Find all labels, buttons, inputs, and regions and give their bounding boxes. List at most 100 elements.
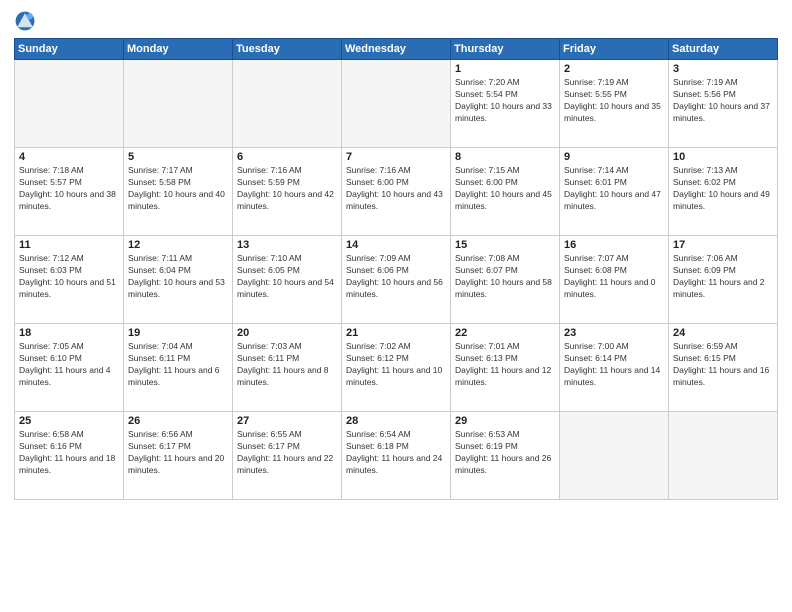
day-number: 16 xyxy=(564,239,664,251)
calendar-header-row: SundayMondayTuesdayWednesdayThursdayFrid… xyxy=(15,39,778,60)
day-number: 8 xyxy=(455,151,555,163)
day-number: 9 xyxy=(564,151,664,163)
day-number: 24 xyxy=(673,327,773,339)
calendar-cell: 21 Sunrise: 7:02 AMSunset: 6:12 PMDayligh… xyxy=(342,324,451,412)
day-info: Sunrise: 7:19 AMSunset: 5:56 PMDaylight:… xyxy=(673,77,773,125)
day-number: 29 xyxy=(455,415,555,427)
logo xyxy=(14,10,40,32)
day-info: Sunrise: 6:58 AMSunset: 6:16 PMDaylight:… xyxy=(19,429,119,477)
calendar-week-4: 18 Sunrise: 7:05 AMSunset: 6:10 PMDayligh… xyxy=(15,324,778,412)
day-number: 28 xyxy=(346,415,446,427)
calendar-cell: 28 Sunrise: 6:54 AMSunset: 6:18 PMDayligh… xyxy=(342,412,451,500)
calendar-cell: 29 Sunrise: 6:53 AMSunset: 6:19 PMDayligh… xyxy=(451,412,560,500)
day-number: 21 xyxy=(346,327,446,339)
day-number: 6 xyxy=(237,151,337,163)
calendar-cell: 18 Sunrise: 7:05 AMSunset: 6:10 PMDayligh… xyxy=(15,324,124,412)
day-info: Sunrise: 7:19 AMSunset: 5:55 PMDaylight:… xyxy=(564,77,664,125)
calendar-week-3: 11 Sunrise: 7:12 AMSunset: 6:03 PMDayligh… xyxy=(15,236,778,324)
calendar-cell: 5Sunrise: 7:17 AMSunset: 5:58 PMDaylight… xyxy=(124,148,233,236)
col-header-wednesday: Wednesday xyxy=(342,39,451,60)
day-info: Sunrise: 7:07 AMSunset: 6:08 PMDaylight:… xyxy=(564,253,664,301)
day-number: 22 xyxy=(455,327,555,339)
logo-icon xyxy=(14,10,36,32)
calendar-table: SundayMondayTuesdayWednesdayThursdayFrid… xyxy=(14,38,778,500)
day-info: Sunrise: 7:13 AMSunset: 6:02 PMDaylight:… xyxy=(673,165,773,213)
col-header-sunday: Sunday xyxy=(15,39,124,60)
day-info: Sunrise: 7:10 AMSunset: 6:05 PMDaylight:… xyxy=(237,253,337,301)
calendar-cell: 19 Sunrise: 7:04 AMSunset: 6:11 PMDayligh… xyxy=(124,324,233,412)
calendar-cell: 12 Sunrise: 7:11 AMSunset: 6:04 PMDayligh… xyxy=(124,236,233,324)
day-info: Sunrise: 7:15 AMSunset: 6:00 PMDaylight:… xyxy=(455,165,555,213)
day-number: 18 xyxy=(19,327,119,339)
day-info: Sunrise: 7:12 AMSunset: 6:03 PMDaylight:… xyxy=(19,253,119,301)
day-number: 1 xyxy=(455,63,555,75)
day-info: Sunrise: 7:06 AMSunset: 6:09 PMDaylight:… xyxy=(673,253,773,301)
calendar-cell: 20 Sunrise: 7:03 AMSunset: 6:11 PMDayligh… xyxy=(233,324,342,412)
day-number: 11 xyxy=(19,239,119,251)
calendar-cell xyxy=(669,412,778,500)
day-number: 7 xyxy=(346,151,446,163)
day-info: Sunrise: 7:08 AMSunset: 6:07 PMDaylight:… xyxy=(455,253,555,301)
calendar-cell: 11 Sunrise: 7:12 AMSunset: 6:03 PMDayligh… xyxy=(15,236,124,324)
calendar-cell: 25 Sunrise: 6:58 AMSunset: 6:16 PMDayligh… xyxy=(15,412,124,500)
col-header-thursday: Thursday xyxy=(451,39,560,60)
calendar-cell: 1Sunrise: 7:20 AMSunset: 5:54 PMDaylight… xyxy=(451,60,560,148)
day-number: 13 xyxy=(237,239,337,251)
day-info: Sunrise: 7:02 AMSunset: 6:12 PMDaylight:… xyxy=(346,341,446,389)
calendar-cell: 4 Sunrise: 7:18 AMSunset: 5:57 PMDaylight… xyxy=(15,148,124,236)
calendar-cell xyxy=(15,60,124,148)
calendar-cell: 3 Sunrise: 7:19 AMSunset: 5:56 PMDaylight… xyxy=(669,60,778,148)
calendar-cell: 9 Sunrise: 7:14 AMSunset: 6:01 PMDaylight… xyxy=(560,148,669,236)
day-number: 3 xyxy=(673,63,773,75)
calendar-cell: 15 Sunrise: 7:08 AMSunset: 6:07 PMDayligh… xyxy=(451,236,560,324)
calendar-cell: 27 Sunrise: 6:55 AMSunset: 6:17 PMDayligh… xyxy=(233,412,342,500)
day-number: 20 xyxy=(237,327,337,339)
calendar-week-2: 4 Sunrise: 7:18 AMSunset: 5:57 PMDaylight… xyxy=(15,148,778,236)
col-header-saturday: Saturday xyxy=(669,39,778,60)
day-number: 12 xyxy=(128,239,228,251)
day-info: Sunrise: 7:18 AMSunset: 5:57 PMDaylight:… xyxy=(19,165,119,213)
day-number: 23 xyxy=(564,327,664,339)
day-info: Sunrise: 7:16 AMSunset: 5:59 PMDaylight:… xyxy=(237,165,337,213)
day-info: Sunrise: 7:05 AMSunset: 6:10 PMDaylight:… xyxy=(19,341,119,389)
calendar-cell: 16 Sunrise: 7:07 AMSunset: 6:08 PMDayligh… xyxy=(560,236,669,324)
calendar-cell: 8 Sunrise: 7:15 AMSunset: 6:00 PMDaylight… xyxy=(451,148,560,236)
day-info: Sunrise: 7:11 AMSunset: 6:04 PMDaylight:… xyxy=(128,253,228,301)
calendar-cell: 7 Sunrise: 7:16 AMSunset: 6:00 PMDaylight… xyxy=(342,148,451,236)
calendar-week-5: 25 Sunrise: 6:58 AMSunset: 6:16 PMDayligh… xyxy=(15,412,778,500)
day-info: Sunrise: 7:09 AMSunset: 6:06 PMDaylight:… xyxy=(346,253,446,301)
calendar-cell: 26Sunrise: 6:56 AMSunset: 6:17 PMDayligh… xyxy=(124,412,233,500)
col-header-tuesday: Tuesday xyxy=(233,39,342,60)
calendar-cell: 14 Sunrise: 7:09 AMSunset: 6:06 PMDayligh… xyxy=(342,236,451,324)
day-number: 27 xyxy=(237,415,337,427)
day-info: Sunrise: 6:54 AMSunset: 6:18 PMDaylight:… xyxy=(346,429,446,477)
calendar-cell xyxy=(233,60,342,148)
calendar-cell xyxy=(124,60,233,148)
day-number: 4 xyxy=(19,151,119,163)
day-number: 5 xyxy=(128,151,228,163)
page-header xyxy=(14,10,778,32)
col-header-friday: Friday xyxy=(560,39,669,60)
day-info: Sunrise: 7:01 AMSunset: 6:13 PMDaylight:… xyxy=(455,341,555,389)
day-number: 25 xyxy=(19,415,119,427)
col-header-monday: Monday xyxy=(124,39,233,60)
day-number: 2 xyxy=(564,63,664,75)
day-number: 10 xyxy=(673,151,773,163)
day-info: Sunrise: 6:55 AMSunset: 6:17 PMDaylight:… xyxy=(237,429,337,477)
calendar-week-1: 1Sunrise: 7:20 AMSunset: 5:54 PMDaylight… xyxy=(15,60,778,148)
day-info: Sunrise: 7:16 AMSunset: 6:00 PMDaylight:… xyxy=(346,165,446,213)
day-info: Sunrise: 7:14 AMSunset: 6:01 PMDaylight:… xyxy=(564,165,664,213)
day-info: Sunrise: 6:53 AMSunset: 6:19 PMDaylight:… xyxy=(455,429,555,477)
day-info: Sunrise: 6:56 AMSunset: 6:17 PMDaylight:… xyxy=(128,429,228,477)
day-number: 14 xyxy=(346,239,446,251)
day-number: 19 xyxy=(128,327,228,339)
calendar-cell: 13 Sunrise: 7:10 AMSunset: 6:05 PMDayligh… xyxy=(233,236,342,324)
calendar-cell: 17 Sunrise: 7:06 AMSunset: 6:09 PMDayligh… xyxy=(669,236,778,324)
day-number: 15 xyxy=(455,239,555,251)
day-number: 17 xyxy=(673,239,773,251)
calendar-cell: 22 Sunrise: 7:01 AMSunset: 6:13 PMDayligh… xyxy=(451,324,560,412)
day-info: Sunrise: 6:59 AMSunset: 6:15 PMDaylight:… xyxy=(673,341,773,389)
calendar-cell xyxy=(342,60,451,148)
day-info: Sunrise: 7:04 AMSunset: 6:11 PMDaylight:… xyxy=(128,341,228,389)
day-info: Sunrise: 7:03 AMSunset: 6:11 PMDaylight:… xyxy=(237,341,337,389)
